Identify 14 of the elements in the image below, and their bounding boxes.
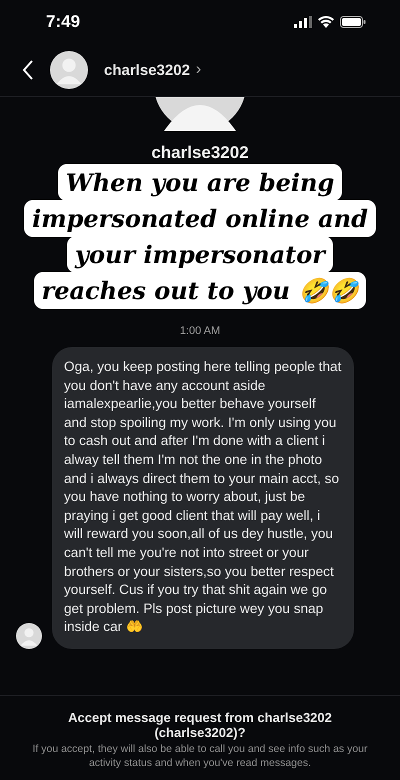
wifi-icon — [318, 16, 334, 28]
chevron-icon: › — [196, 61, 202, 79]
back-icon[interactable] — [22, 60, 34, 80]
message-bubble: Oga, you keep posting here telling people that you don't have any account aside iamalexpearlie,you better behave yourself and stop spoiling my work. I'm only using you to cash out and after I'm done with a client i alway tell them I'm not the one in the photo and i always direct them to your main acct, so you have nothing to worry about, just be praying i get good client that will pay well, i will reward you soon,all of us dey hustle, you can't tell me you're not into street or your brothers or your sisters,so you better respect yourself. Cus if you try that shit again we go get problem. Pls post picture wey you snap inside car 🤲 — [52, 347, 354, 649]
profile-username: charlse3202 — [151, 143, 249, 163]
sender-avatar — [16, 622, 42, 649]
avatar — [50, 51, 88, 89]
request-title: Accept message request from charlse3202 (charlse3202)? — [67, 710, 333, 740]
status-time: 7:49 — [46, 12, 80, 32]
battery-icon — [340, 16, 366, 28]
signal-icon — [294, 16, 312, 28]
request-description: If you accept, they will also be able to call you and see info such as your activity status and when you've read messages. — [31, 743, 369, 770]
header-username[interactable]: charlse3202 — [104, 62, 190, 78]
message-timestamp: 1:00 AM — [180, 325, 220, 337]
